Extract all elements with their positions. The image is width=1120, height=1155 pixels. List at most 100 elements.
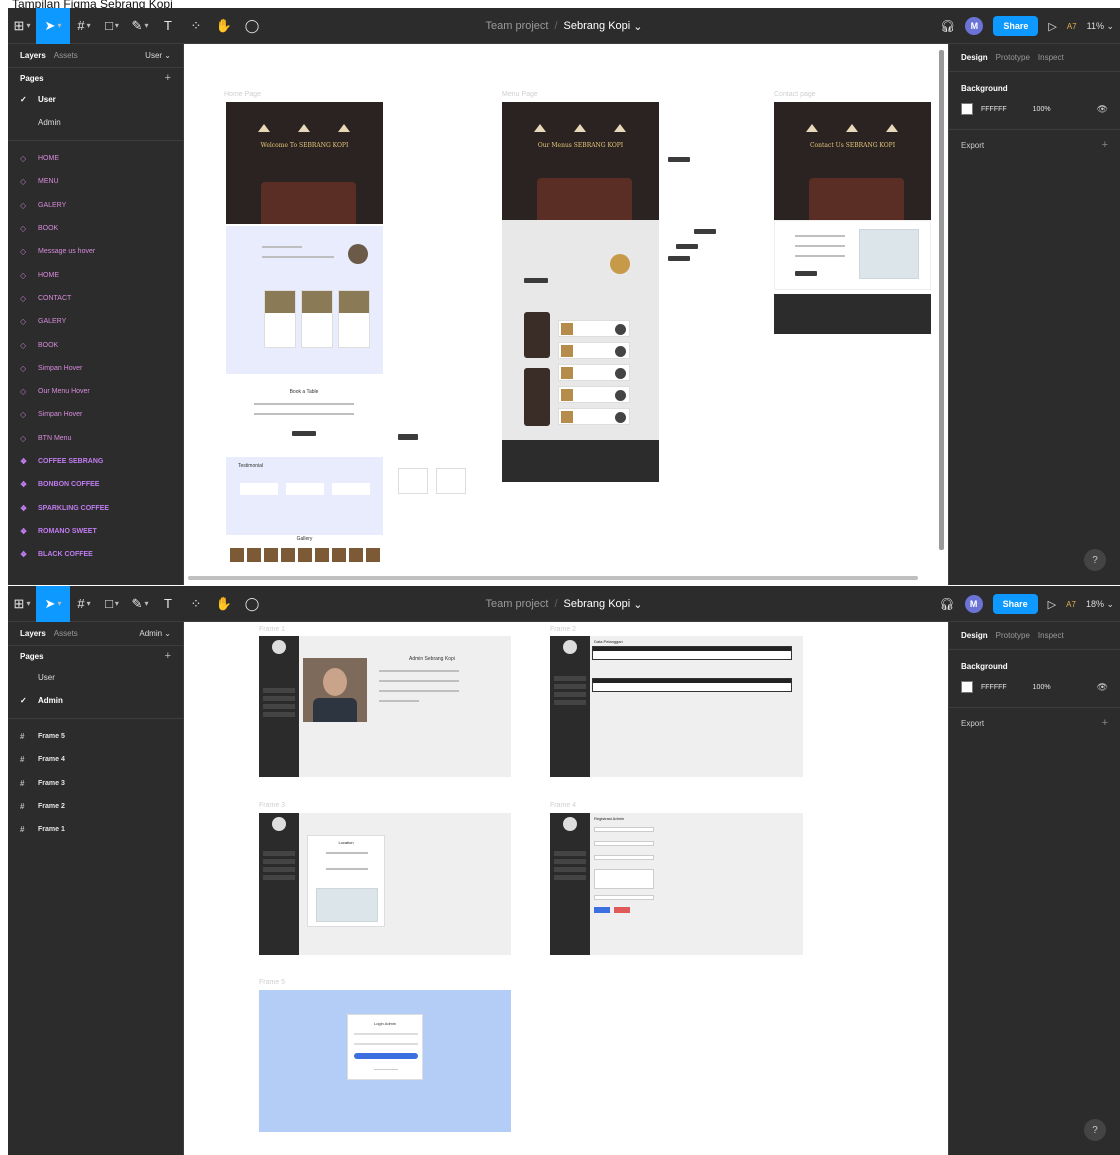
menu-hero-mockup[interactable]: Our Menus SEBRANG KOPI — [502, 102, 659, 220]
layer-item[interactable]: ❖ BLACK COFFEE — [8, 543, 183, 566]
bg-hex-value[interactable]: FFFFFF — [981, 684, 1007, 691]
headphones-icon[interactable]: 🎧︎ — [939, 597, 954, 611]
layer-item-frame[interactable]: # Frame 1 — [8, 818, 183, 841]
avatar[interactable]: M — [965, 17, 984, 35]
menu-category-card[interactable] — [524, 312, 550, 358]
tab-design[interactable]: Design — [961, 53, 988, 62]
frame-label-contact[interactable]: Contact page — [774, 91, 816, 98]
horizontal-scrollbar[interactable] — [188, 576, 918, 580]
frame-tool-button[interactable]: # ▾ — [70, 8, 98, 44]
password-field[interactable] — [354, 1043, 418, 1045]
save-button[interactable] — [594, 907, 610, 913]
file-name[interactable]: Sebrang Kopi — [564, 598, 631, 610]
team-name[interactable]: Team project — [486, 598, 549, 610]
layer-item[interactable]: ❖ BONBON COFFEE — [8, 473, 183, 496]
resources-button[interactable]: ⁘ — [182, 586, 210, 622]
layer-item[interactable]: ◇ Our Menu Hover — [8, 380, 183, 403]
file-name[interactable]: Sebrang Kopi — [564, 20, 631, 32]
admin-data-frame[interactable]: Data Pelanggan — [550, 636, 803, 777]
layer-item[interactable]: ◇ GALERY — [8, 194, 183, 217]
frame-label-4[interactable]: Frame 4 — [550, 802, 576, 809]
form-field[interactable] — [594, 895, 654, 900]
page-item-user[interactable]: ✓ User — [8, 88, 183, 111]
layer-item[interactable]: ◇ BOOK — [8, 217, 183, 240]
admin-location-frame[interactable]: Location — [259, 813, 511, 955]
help-button[interactable]: ? — [1084, 1119, 1106, 1141]
bg-hex-value[interactable]: FFFFFF — [981, 106, 1007, 113]
menu-button[interactable] — [524, 278, 548, 283]
play-icon[interactable]: ▷ — [1048, 20, 1056, 33]
form-field[interactable] — [594, 827, 654, 832]
menu-list-row[interactable] — [558, 342, 630, 359]
frame-label-5[interactable]: Frame 5 — [259, 979, 285, 986]
figma-menu-button[interactable]: ⊞ ▾ — [8, 8, 36, 44]
headphones-icon[interactable]: 🎧︎ — [940, 19, 955, 33]
admin-profile-frame[interactable]: Admin Sebrang Kopi — [259, 636, 511, 777]
testimonial-card-component[interactable] — [436, 468, 466, 494]
eye-icon[interactable]: 👁︎ — [1097, 104, 1108, 115]
layer-item[interactable]: ◇ Message us hover — [8, 240, 183, 263]
page-selector[interactable]: User ⌄ — [145, 51, 171, 60]
ai-badge[interactable]: A7 — [1066, 600, 1076, 609]
form-field[interactable] — [594, 841, 654, 846]
form-field[interactable] — [594, 855, 654, 860]
home-hero-mockup[interactable]: Welcome To SEBRANG KOPI — [226, 102, 383, 224]
export-row[interactable]: Export + — [949, 130, 1120, 160]
page-item-user[interactable]: User — [8, 666, 183, 689]
page-item-admin[interactable]: Admin — [8, 111, 183, 134]
zoom-level[interactable]: 11% ⌄ — [1087, 21, 1114, 32]
comment-tool-button[interactable]: ◯ — [238, 8, 266, 44]
component-chip[interactable] — [398, 434, 418, 440]
tab-assets[interactable]: Assets — [54, 51, 78, 60]
shape-tool-button[interactable]: □ ▾ — [98, 8, 126, 44]
menu-list-row[interactable] — [558, 408, 630, 425]
testimonial-card-component[interactable] — [398, 468, 428, 494]
background-fill-row[interactable]: FFFFFF 100% 👁︎ — [949, 677, 1120, 697]
share-button[interactable]: Share — [992, 594, 1038, 614]
layer-item[interactable]: ◇ MENU — [8, 170, 183, 193]
ai-badge[interactable]: A7 — [1067, 22, 1077, 31]
add-export-icon[interactable]: + — [1102, 717, 1108, 729]
layer-item[interactable]: ◇ Simpan Hover — [8, 403, 183, 426]
layer-item-frame[interactable]: # Frame 3 — [8, 772, 183, 795]
hand-tool-button[interactable]: ✋ — [210, 586, 238, 622]
username-field[interactable] — [354, 1033, 418, 1035]
pen-tool-button[interactable]: ✎ ▾ — [126, 8, 154, 44]
layer-item[interactable]: ❖ SPARKLING COFFEE — [8, 496, 183, 519]
hand-tool-button[interactable]: ✋ — [210, 8, 238, 44]
play-icon[interactable]: ▷ — [1048, 598, 1056, 611]
color-swatch[interactable] — [961, 103, 973, 115]
admin-login-frame[interactable]: Login Admin — [259, 990, 511, 1132]
layer-item[interactable]: ◇ HOME — [8, 147, 183, 170]
layer-item-frame[interactable]: # Frame 2 — [8, 795, 183, 818]
layer-item[interactable]: ◇ BTN Menu — [8, 427, 183, 450]
menu-card[interactable] — [338, 290, 370, 348]
frame-label-2[interactable]: Frame 2 — [550, 626, 576, 633]
menu-category-card[interactable] — [524, 368, 550, 426]
bg-opacity-value[interactable]: 100% — [1033, 684, 1051, 691]
menu-list-row[interactable] — [558, 386, 630, 403]
add-page-icon[interactable]: + — [165, 72, 171, 84]
layer-item[interactable]: ◇ GALERY — [8, 310, 183, 333]
send-button[interactable] — [795, 271, 817, 276]
form-field[interactable] — [594, 869, 654, 889]
add-export-icon[interactable]: + — [1102, 139, 1108, 151]
text-tool-button[interactable]: T — [154, 8, 182, 44]
team-name[interactable]: Team project — [486, 20, 549, 32]
help-button[interactable]: ? — [1084, 549, 1106, 571]
tab-inspect[interactable]: Inspect — [1038, 631, 1064, 640]
component-chip[interactable] — [694, 229, 716, 234]
design-canvas[interactable]: Home Page Welcome To SEBRANG KOPI Book a… — [184, 44, 948, 585]
tab-prototype[interactable]: Prototype — [996, 53, 1030, 62]
bg-opacity-value[interactable]: 100% — [1033, 106, 1051, 113]
resources-button[interactable]: ⁘ — [182, 8, 210, 44]
figma-menu-button[interactable]: ⊞ ▾ — [8, 586, 36, 622]
layer-item-frame[interactable]: # Frame 4 — [8, 748, 183, 771]
move-tool-button[interactable]: ➤ ▾ — [36, 586, 70, 622]
book-submit-button[interactable] — [292, 431, 316, 436]
menu-list-row[interactable] — [558, 364, 630, 381]
menu-card[interactable] — [301, 290, 333, 348]
zoom-level[interactable]: 18% ⌄ — [1086, 599, 1114, 610]
page-item-admin[interactable]: ✓ Admin — [8, 689, 183, 712]
design-canvas[interactable]: Frame 1 Admin Sebrang Kopi Frame 2 Data … — [184, 622, 948, 1155]
